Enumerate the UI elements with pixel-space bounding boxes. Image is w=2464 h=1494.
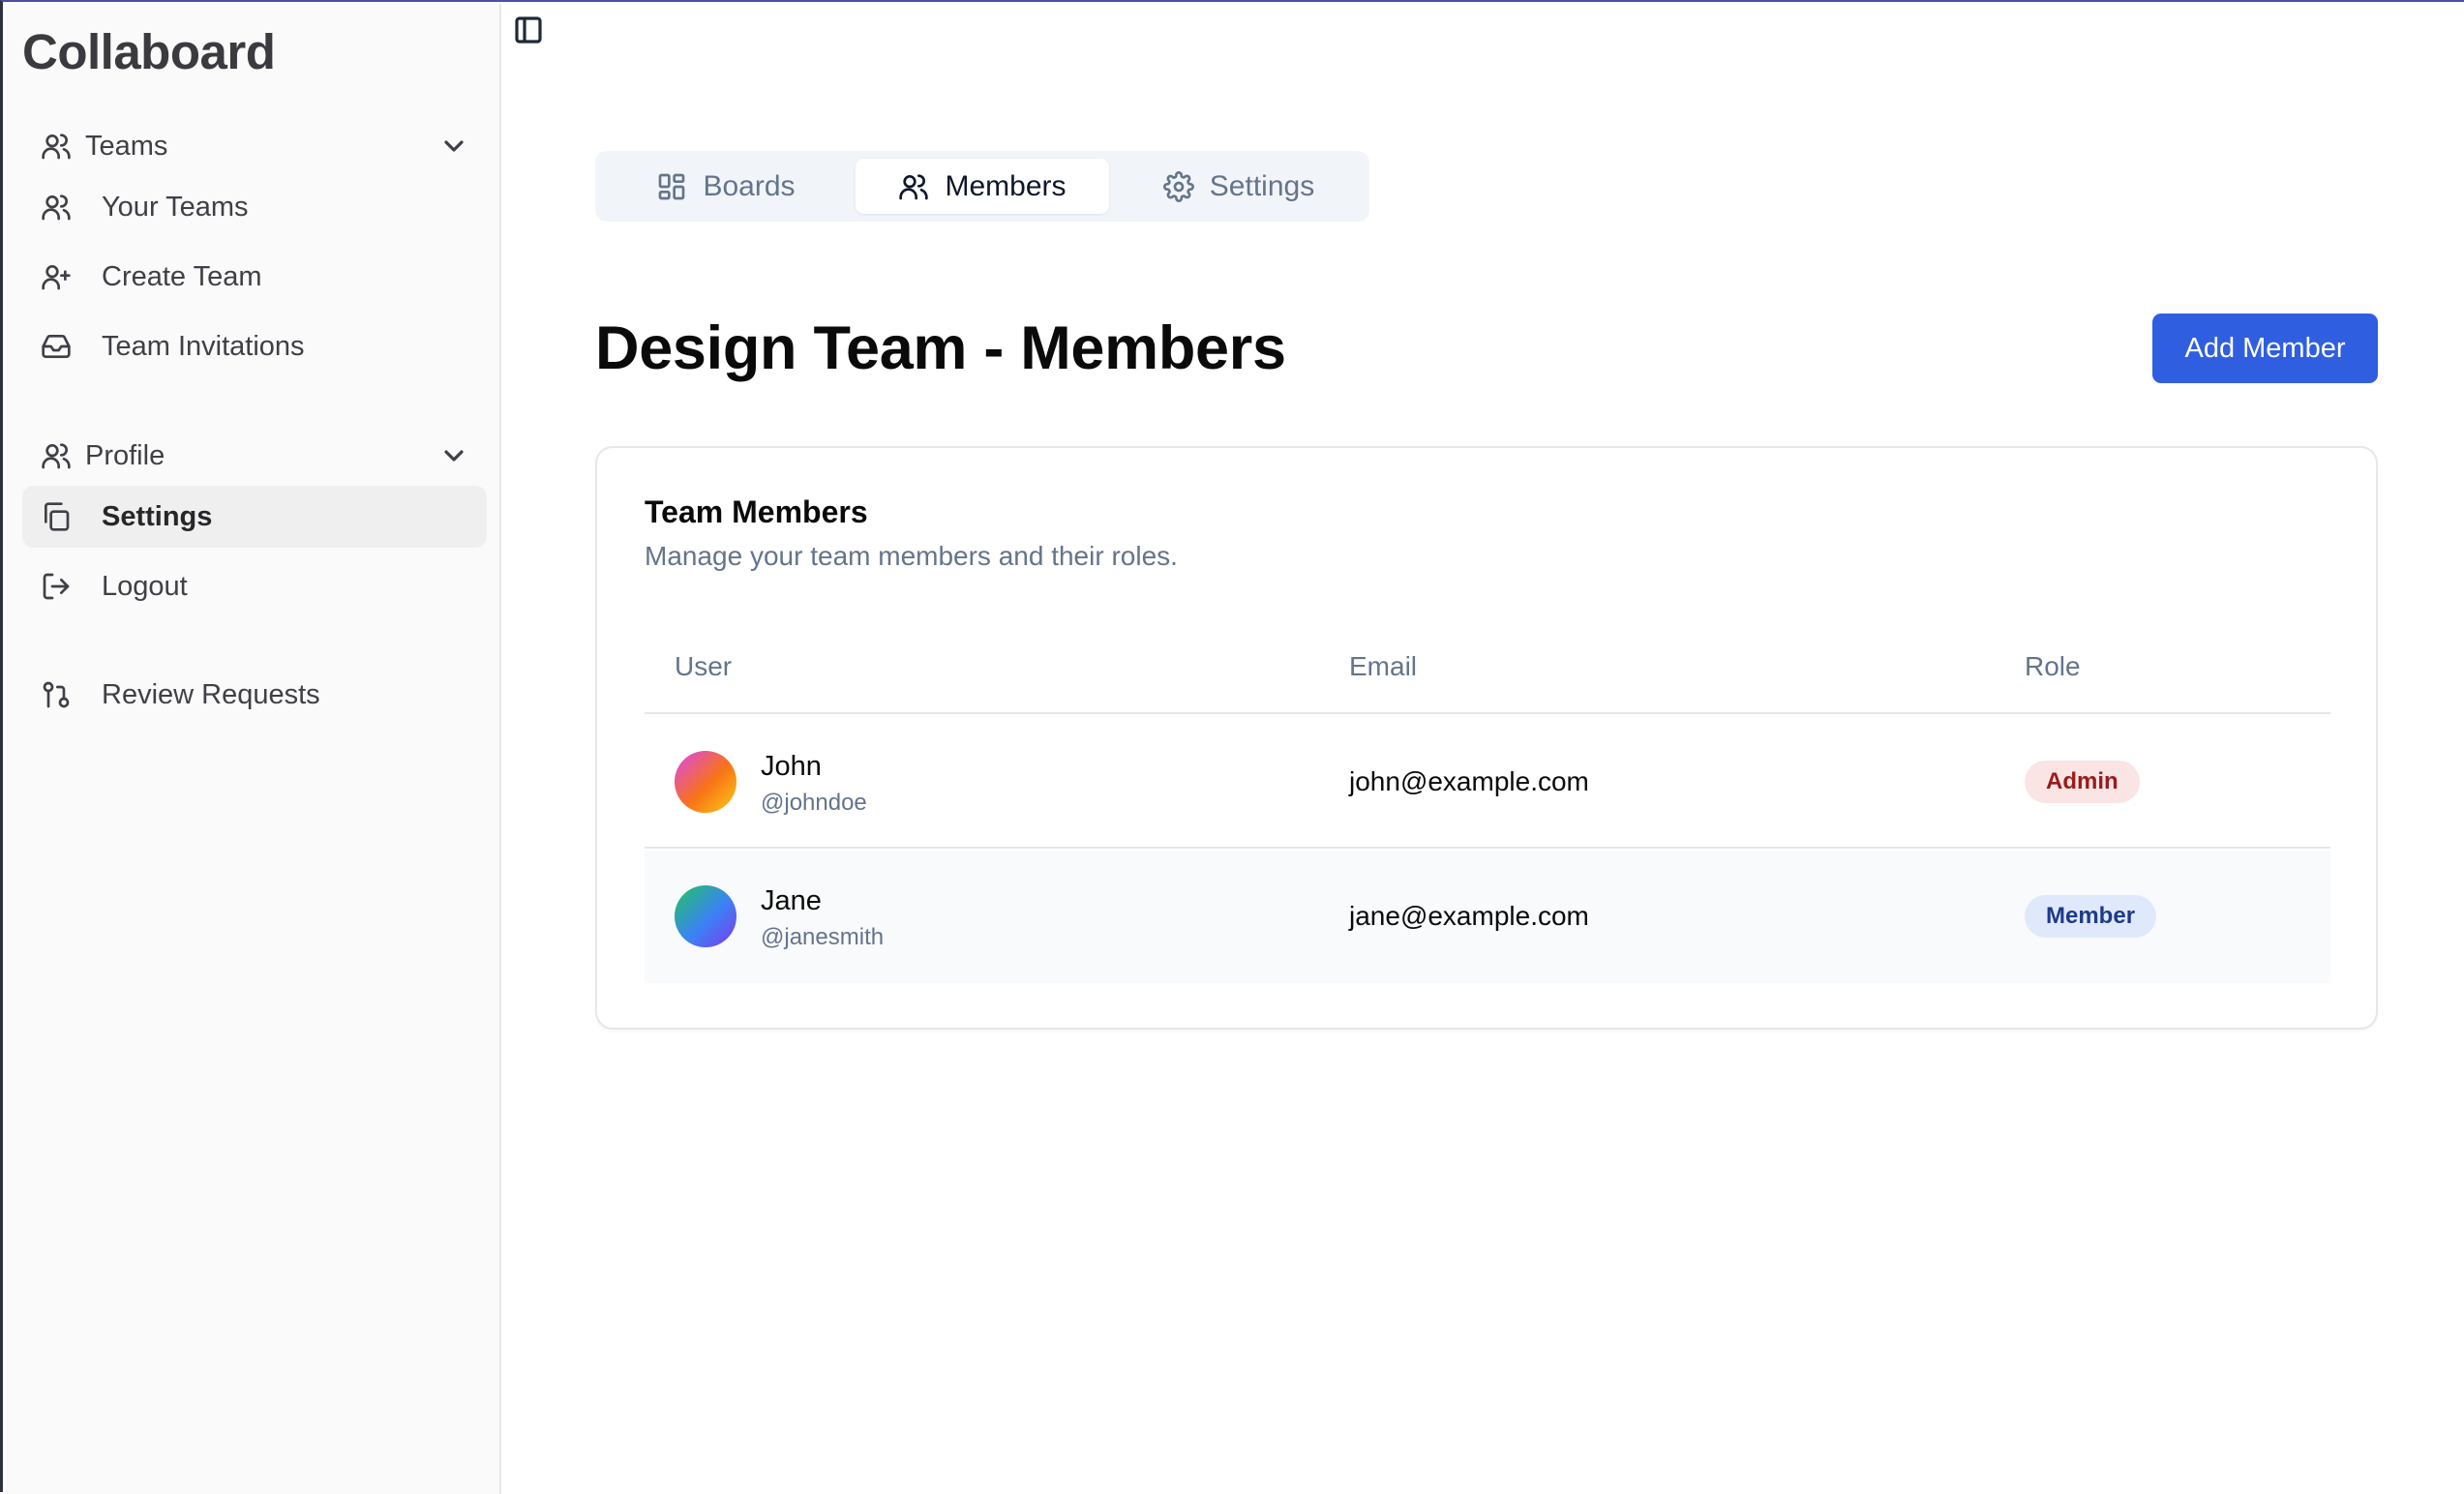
sidebar-group-label: Profile (85, 439, 165, 471)
member-email: john@example.com (1349, 766, 1589, 796)
tab-bar: Boards Members Settings (595, 151, 1369, 222)
sidebar-group-profile[interactable]: Profile (22, 425, 487, 487)
sidebar-item-label: Your Teams (102, 191, 249, 223)
inbox-icon (39, 329, 74, 364)
sidebar: Collaboard Teams Your Teams Create Team (6, 4, 501, 1494)
sidebar-item-label: Logout (102, 570, 188, 602)
tab-label: Settings (1209, 169, 1315, 202)
users-icon (39, 129, 74, 164)
sidebar-item-settings[interactable]: Settings (22, 486, 487, 548)
chevron-down-icon[interactable] (438, 440, 469, 471)
page-title: Design Team - Members (595, 314, 1286, 382)
layout-grid-icon (659, 173, 685, 199)
sidebar-item-label: Review Requests (102, 678, 320, 710)
app-window: Collaboard Teams Your Teams Create Team (0, 0, 2464, 1494)
member-name: Jane (761, 885, 822, 916)
column-header-role: Role (2025, 651, 2081, 681)
sidebar-item-create-team[interactable]: Create Team (22, 246, 487, 308)
users-icon (39, 438, 74, 473)
member-name: John (761, 751, 822, 782)
card-description: Manage your team members and their roles… (645, 541, 1178, 571)
sidebar-item-review-requests[interactable]: Review Requests (22, 664, 487, 726)
avatar (675, 885, 736, 947)
users-icon (899, 173, 929, 199)
member-email: jane@example.com (1349, 901, 1589, 931)
logout-icon (39, 569, 74, 604)
sidebar-toggle-button[interactable] (513, 15, 544, 45)
member-handle: @johndoe (761, 790, 867, 816)
sidebar-item-team-invitations[interactable]: Team Invitations (22, 315, 487, 377)
users-icon (39, 190, 74, 224)
tab-boards[interactable]: Boards (603, 159, 849, 214)
chevron-down-icon[interactable] (438, 131, 469, 162)
panel-left-icon (515, 16, 542, 44)
sidebar-item-label: Settings (102, 500, 213, 532)
brand-title: Collaboard (22, 24, 276, 79)
column-header-user: User (675, 651, 733, 681)
team-members-card: Team Members Manage your team members an… (595, 446, 2378, 1030)
sidebar-item-label: Team Invitations (102, 330, 305, 362)
user-plus-icon (39, 259, 74, 294)
avatar (675, 751, 736, 813)
copy-icon (39, 499, 74, 534)
git-pull-request-icon (39, 677, 74, 712)
column-header-email: Email (1349, 651, 1418, 681)
sidebar-item-label: Create Team (102, 260, 262, 292)
member-handle: @janesmith (761, 924, 885, 950)
table-row[interactable]: John @johndoe john@example.com Admin (645, 716, 2330, 849)
sidebar-group-teams[interactable]: Teams (22, 115, 487, 177)
sidebar-item-your-teams[interactable]: Your Teams (22, 176, 487, 238)
role-badge: Admin (2025, 761, 2140, 803)
table-row[interactable]: Jane @janesmith jane@example.com Member (645, 851, 2330, 983)
tab-members[interactable]: Members (856, 159, 1109, 214)
sidebar-item-logout[interactable]: Logout (22, 555, 487, 617)
tab-settings[interactable]: Settings (1116, 159, 1362, 214)
role-badge: Member (2025, 895, 2157, 938)
settings-icon (1162, 170, 1194, 202)
sidebar-group-label: Teams (85, 130, 168, 162)
tab-label: Members (945, 169, 1067, 202)
table-header: User Email Role (645, 624, 2330, 714)
card-title: Team Members (645, 494, 868, 529)
add-member-button[interactable]: Add Member (2152, 314, 2378, 383)
tab-label: Boards (703, 169, 796, 202)
